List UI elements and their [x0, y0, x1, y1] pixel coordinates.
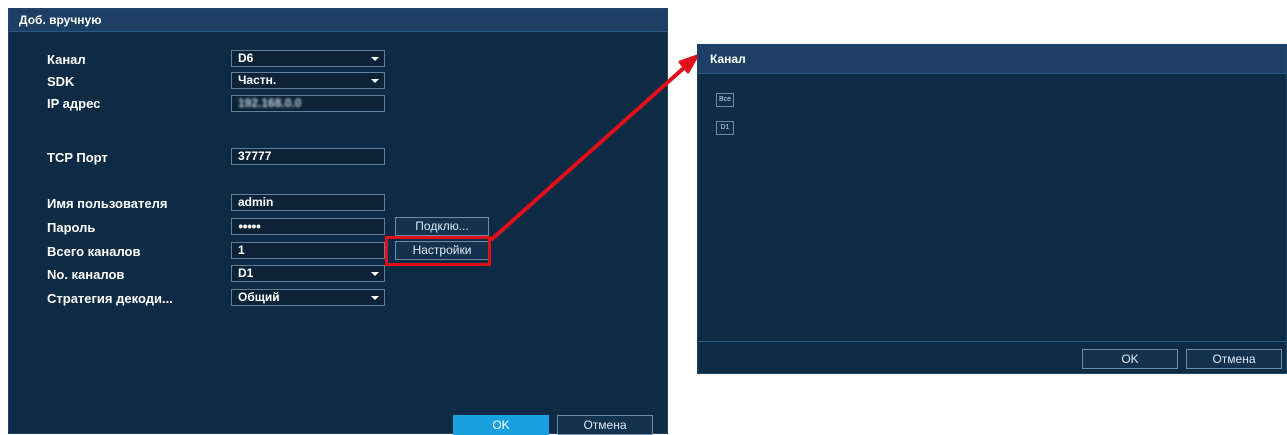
footer-divider	[698, 341, 1286, 342]
cancel-button[interactable]: Отмена	[1186, 349, 1282, 369]
dialog-title: Канал	[698, 45, 1286, 74]
channel-item-d1[interactable]: D1	[716, 121, 734, 135]
ok-button[interactable]: OK	[1082, 349, 1178, 369]
channel-item-all[interactable]: Все	[716, 93, 734, 107]
channel-settings-dialog: Канал Все D1 OK Отмена	[697, 44, 1287, 374]
